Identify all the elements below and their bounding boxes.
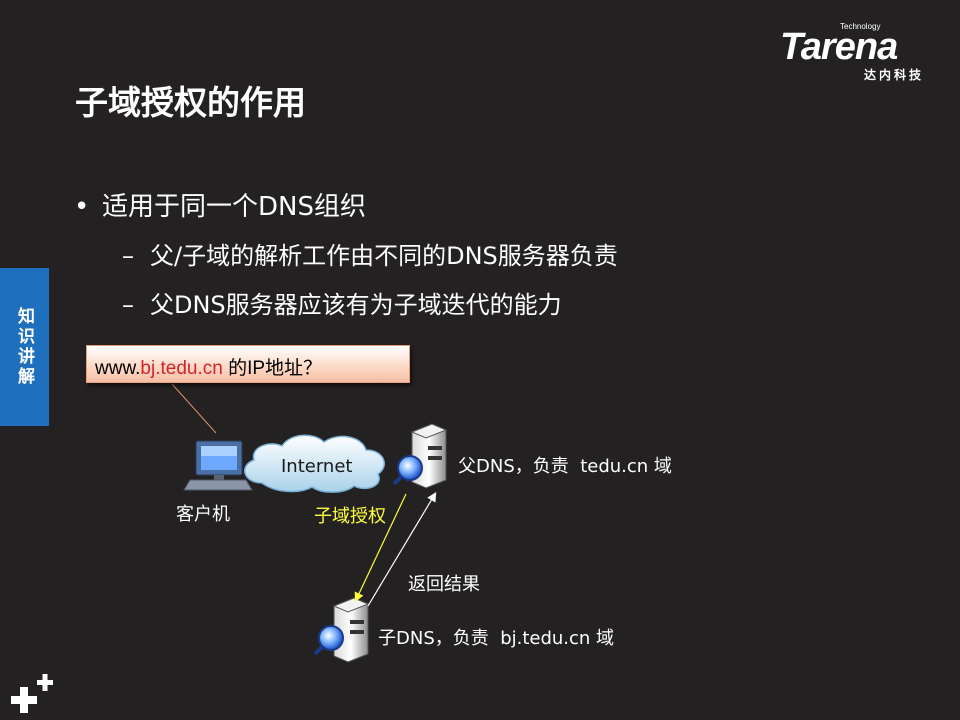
child-dns-server-icon (313, 597, 370, 663)
callout-suffix: 的IP地址？ (222, 358, 323, 379)
return-result-label: 返回结果 (408, 574, 480, 595)
delegation-label: 子域授权 (314, 506, 386, 527)
query-callout: www.bj.tedu.cn 的IP地址？ (86, 345, 410, 383)
parent-dns-label: 父DNS，负责 tedu.cn 域 (458, 456, 672, 477)
callout-highlight: bj.tedu.cn (140, 358, 223, 379)
callout-prefix: www. (95, 358, 141, 379)
plus-decoration-icon (11, 674, 53, 713)
client-label: 客户机 (176, 504, 230, 525)
cloud-label: Internet (281, 456, 353, 477)
client-computer-icon (183, 440, 253, 491)
child-dns-label: 子DNS，负责 bj.tedu.cn 域 (378, 628, 615, 649)
slide: Technology Tarena 达内科技 子域授权的作用 知识讲解 • 适用于… (0, 0, 960, 720)
callout-pointer-line (171, 383, 217, 434)
parent-dns-server-icon (392, 423, 448, 489)
